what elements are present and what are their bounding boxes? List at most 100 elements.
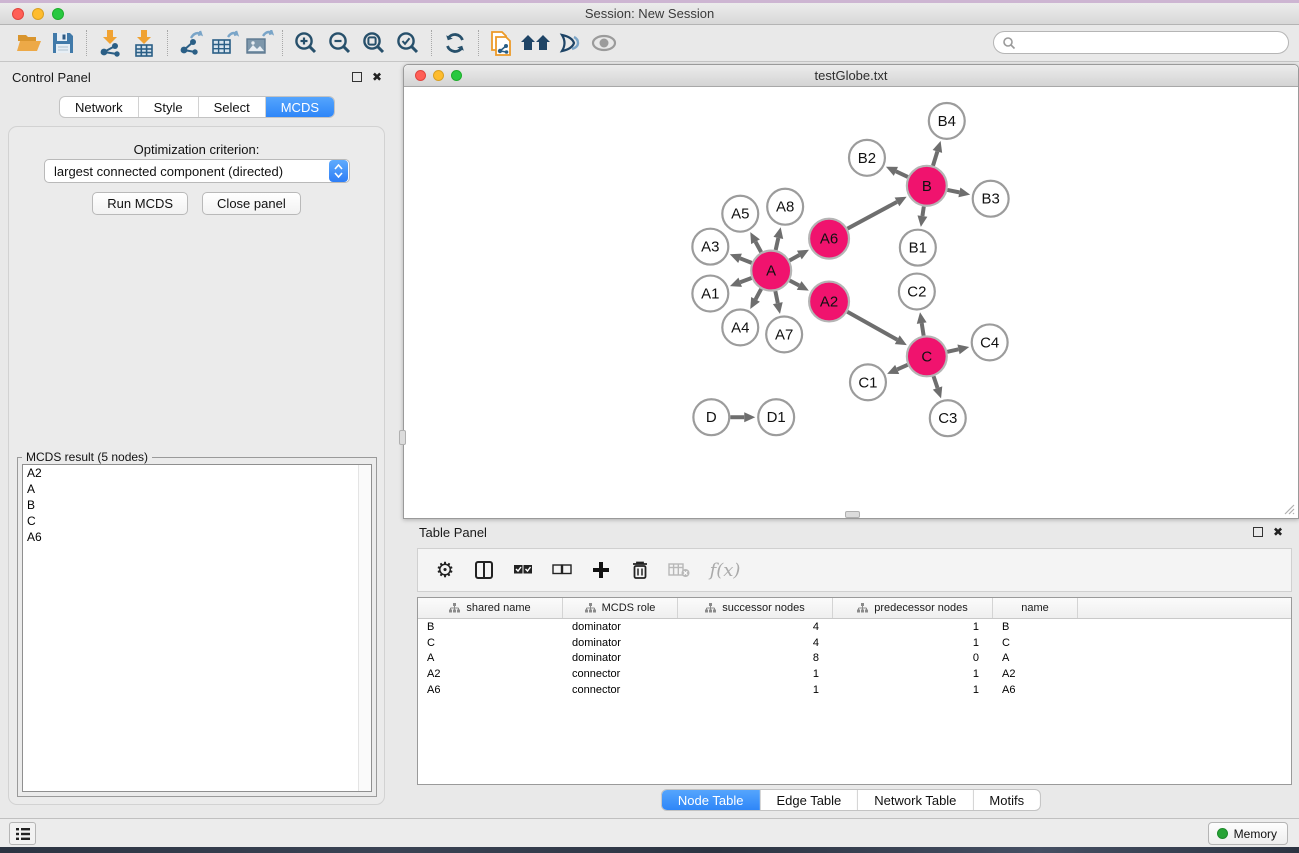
resize-grip-icon[interactable]: [1282, 502, 1295, 515]
table-row[interactable]: Adominator80A: [418, 651, 1291, 667]
show-hide-panel-eye-icon[interactable]: [587, 28, 621, 58]
table-cell[interactable]: 1: [833, 637, 993, 649]
table-cell[interactable]: 8: [678, 652, 833, 664]
table-cell[interactable]: dominator: [563, 652, 678, 664]
table-cell[interactable]: A: [993, 652, 1078, 664]
save-session-icon[interactable]: [46, 28, 80, 58]
close-window-button[interactable]: [12, 8, 24, 20]
zoom-in-icon[interactable]: [289, 28, 323, 58]
run-mcds-button[interactable]: Run MCDS: [92, 192, 188, 215]
graph-edge-A-A5[interactable]: [756, 242, 762, 252]
tab-select[interactable]: Select: [199, 97, 266, 117]
table-cell[interactable]: A2: [418, 668, 563, 680]
graph-edge-C-C4[interactable]: [947, 349, 958, 351]
table-cell[interactable]: A2: [993, 668, 1078, 680]
search-input[interactable]: [1016, 34, 1288, 52]
graph-edge-A-A1[interactable]: [740, 278, 751, 282]
scrollbar-track[interactable]: [358, 465, 371, 791]
table-cell[interactable]: C: [993, 637, 1078, 649]
vertical-split-handle[interactable]: [399, 430, 406, 445]
table-cell[interactable]: A6: [993, 684, 1078, 696]
graph-edge-A6-B[interactable]: [847, 202, 897, 229]
table-cell[interactable]: connector: [563, 668, 678, 680]
export-image-icon[interactable]: [242, 28, 276, 58]
close-panel-icon[interactable]: ✖: [372, 70, 382, 84]
create-column-icon[interactable]: [586, 555, 616, 585]
tab-network-table[interactable]: Network Table: [858, 790, 973, 810]
graph-edge-C-C3[interactable]: [934, 376, 938, 388]
zoom-selected-icon[interactable]: [391, 28, 425, 58]
zoom-out-icon[interactable]: [323, 28, 357, 58]
deselect-all-columns-icon[interactable]: [547, 555, 577, 585]
refresh-view-icon[interactable]: [438, 28, 472, 58]
graph-edge-A-A4[interactable]: [756, 289, 762, 299]
duplicate-network-icon[interactable]: [485, 28, 519, 58]
zoom-window-button[interactable]: [52, 8, 64, 20]
close-network-button[interactable]: [415, 70, 426, 81]
table-row[interactable]: Cdominator41C: [418, 635, 1291, 651]
mcds-result-item[interactable]: A2: [23, 465, 371, 481]
tab-network[interactable]: Network: [60, 97, 139, 117]
show-column-panel-icon[interactable]: [469, 555, 499, 585]
table-cell[interactable]: 4: [678, 637, 833, 649]
float-table-panel-icon[interactable]: [1253, 527, 1263, 537]
float-panel-icon[interactable]: [352, 72, 362, 82]
network-canvas[interactable]: B4B2BB3B1A5A8A6A3AA1A2A4A7C2CC1C4C3DD1: [405, 88, 1297, 517]
column-header-name[interactable]: name: [993, 598, 1078, 618]
table-cell[interactable]: C: [418, 637, 563, 649]
tab-motifs[interactable]: Motifs: [973, 790, 1040, 810]
criterion-dropdown[interactable]: largest connected component (directed): [44, 159, 350, 183]
mcds-result-item[interactable]: C: [23, 513, 371, 529]
table-cell[interactable]: B: [418, 621, 563, 633]
show-graphics-details-icon[interactable]: [553, 28, 587, 58]
task-history-button[interactable]: [9, 822, 36, 845]
graph-edge-A-A6[interactable]: [790, 255, 800, 260]
table-cell[interactable]: A: [418, 652, 563, 664]
tab-edge-table[interactable]: Edge Table: [760, 790, 858, 810]
table-cell[interactable]: connector: [563, 684, 678, 696]
table-cell[interactable]: dominator: [563, 637, 678, 649]
table-cell[interactable]: 1: [678, 684, 833, 696]
tab-node-table[interactable]: Node Table: [662, 790, 761, 810]
graph-edge-A-A7[interactable]: [775, 291, 777, 303]
import-network-icon[interactable]: [93, 28, 127, 58]
table-cell[interactable]: dominator: [563, 621, 678, 633]
table-mode-gear-icon[interactable]: ⚙: [430, 555, 460, 585]
close-panel-button[interactable]: Close panel: [202, 192, 301, 215]
minimize-window-button[interactable]: [32, 8, 44, 20]
table-cell[interactable]: 1: [678, 668, 833, 680]
export-table-icon[interactable]: [208, 28, 242, 58]
column-header-MCDS-role[interactable]: MCDS role: [563, 598, 678, 618]
graph-edge-B-B4[interactable]: [933, 151, 937, 165]
tab-style[interactable]: Style: [139, 97, 199, 117]
column-header-successor-nodes[interactable]: successor nodes: [678, 598, 833, 618]
table-cell[interactable]: 1: [833, 668, 993, 680]
select-all-columns-icon[interactable]: [508, 555, 538, 585]
zoom-network-button[interactable]: [451, 70, 462, 81]
graph-edge-A-A8[interactable]: [776, 238, 779, 250]
graph-edge-B-B2[interactable]: [896, 171, 908, 177]
table-cell[interactable]: B: [993, 621, 1078, 633]
table-cell[interactable]: 4: [678, 621, 833, 633]
mcds-result-item[interactable]: A6: [23, 529, 371, 545]
mcds-result-item[interactable]: B: [23, 497, 371, 513]
table-cell[interactable]: 1: [833, 621, 993, 633]
search-field[interactable]: [993, 31, 1289, 54]
table-cell[interactable]: 1: [833, 684, 993, 696]
table-cell[interactable]: A6: [418, 684, 563, 696]
graph-edge-A2-C[interactable]: [847, 312, 897, 340]
open-file-icon[interactable]: [12, 28, 46, 58]
mcds-result-list[interactable]: A2ABCA6: [22, 464, 372, 792]
import-table-icon[interactable]: [127, 28, 161, 58]
column-header-predecessor-nodes[interactable]: predecessor nodes: [833, 598, 993, 618]
table-row[interactable]: A6connector11A6: [418, 682, 1291, 698]
table-row[interactable]: A2connector11A2: [418, 666, 1291, 682]
mcds-result-item[interactable]: A: [23, 481, 371, 497]
graph-edge-C-C1[interactable]: [897, 365, 907, 370]
graph-edge-C-C2[interactable]: [922, 323, 924, 336]
apply-layout-icon[interactable]: [519, 28, 553, 58]
table-row[interactable]: Bdominator41B: [418, 619, 1291, 635]
horizontal-split-handle[interactable]: [845, 511, 860, 518]
delete-column-trash-icon[interactable]: [625, 555, 655, 585]
graph-edge-A-A2[interactable]: [790, 280, 799, 285]
